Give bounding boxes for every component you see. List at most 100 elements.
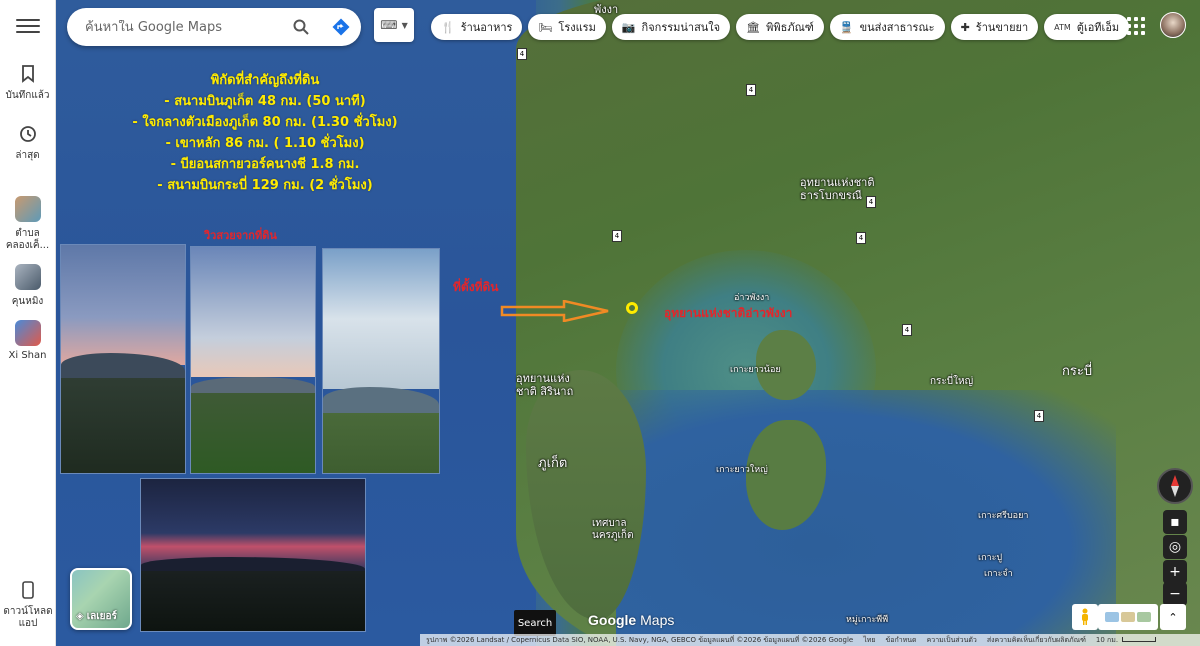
my-location-icon[interactable]: ◎: [1163, 535, 1187, 559]
chip-label: ร้านอาหาร: [460, 21, 513, 34]
chip-hotel[interactable]: 🛏 โรงแรม: [528, 14, 606, 40]
info-line: - บียอนสกายวอร์คนางชี 1.8 กม.: [170, 157, 360, 172]
layers-button[interactable]: ◈ เลเยอร์: [70, 568, 132, 630]
view-photo: [60, 244, 186, 474]
route-shield-icon: 4: [612, 230, 622, 242]
label-ko-pu[interactable]: เกาะปู: [978, 550, 1002, 564]
bookmark-icon: [18, 64, 38, 84]
label-ko-yao-noi[interactable]: เกาะยาวน้อย: [730, 362, 781, 376]
feedback-link[interactable]: ส่งความคิดเห็นเกี่ยวกับผลิตภัณฑ์: [987, 635, 1086, 646]
search-box: [67, 8, 361, 46]
directions-icon[interactable]: [321, 8, 361, 46]
pharmacy-icon: ✚: [960, 20, 970, 34]
info-line: - ใจกลางตัวเมืองภูเก็ต 80 กม. (1.30 ชั่ว…: [132, 115, 398, 130]
label-ko-phi-phi[interactable]: หมู่เกาะพีพี: [846, 612, 888, 626]
zoom-in-button[interactable]: +: [1163, 560, 1187, 584]
compass-icon[interactable]: [1157, 468, 1193, 504]
chip-label: ขนส่งสาธารณะ: [859, 21, 935, 34]
layer-thumbnails[interactable]: [1098, 604, 1158, 630]
museum-icon: 🏛: [746, 20, 761, 34]
route-shield-icon: 4: [866, 196, 876, 208]
download-app[interactable]: ดาวน์โหลดแอป: [0, 580, 56, 630]
label-krabi-yai[interactable]: กระบี่ใหญ่: [930, 374, 973, 389]
label-ko-si-boya[interactable]: เกาะศรีบอยา: [978, 508, 1028, 522]
layers-icon: ◈: [76, 611, 84, 622]
label-ao-phang-nga[interactable]: อ่าวพังงา: [734, 290, 769, 304]
language-link[interactable]: ไทย: [863, 635, 875, 646]
land-location-caption: ที่ตั้งที่ดิน: [453, 280, 499, 294]
hotel-icon: 🛏: [538, 20, 553, 34]
label-ko-chum[interactable]: เกาะจำ: [984, 566, 1013, 580]
chip-transit[interactable]: 🚆 ขนส่งสาธารณะ: [829, 14, 945, 40]
logo-maps: Maps: [640, 612, 675, 628]
route-shield-icon: 4: [902, 324, 912, 336]
chip-pharmacy[interactable]: ✚ ร้านขายยา: [950, 14, 1039, 40]
park-caption: อุทยานแห่งชาติอ่าวพังงา: [664, 306, 793, 320]
chip-attractions[interactable]: 📷 กิจกรรมน่าสนใจ: [611, 14, 731, 40]
search-area-button[interactable]: Search: [514, 610, 556, 636]
label-phuket-city[interactable]: เทศบาล นครภูเก็ต: [592, 518, 642, 542]
info-line: - สนามบินภูเก็ต 48 กม. (50 นาที): [164, 94, 366, 109]
keyboard-button[interactable]: ⌨ ▼: [374, 8, 414, 42]
sidebar-item-label: ล่าสุด: [15, 150, 40, 161]
search-icon[interactable]: [281, 8, 321, 46]
sidebar-item-label: บันทึกแล้ว: [5, 90, 50, 101]
search-input[interactable]: [85, 19, 281, 35]
footer-bar: รูปภาพ ©2026 Landsat / Copernicus Data S…: [420, 634, 1200, 646]
history-icon: [18, 124, 38, 144]
pegman-icon[interactable]: [1072, 604, 1098, 630]
attribution-text: รูปภาพ ©2026 Landsat / Copernicus Data S…: [426, 635, 854, 644]
terms-link[interactable]: ข้อกำหนด: [885, 635, 916, 646]
chip-label: พิพิธภัณฑ์: [766, 21, 814, 34]
label-ko-yao-yai[interactable]: เกาะยาวใหญ่: [716, 462, 768, 476]
location-marker-icon[interactable]: [626, 302, 638, 314]
privacy-link[interactable]: ความเป็นส่วนตัว: [927, 635, 977, 646]
expand-icon[interactable]: ⌃: [1160, 604, 1186, 630]
distance-info-block: พิกัดที่สำคัญถึงที่ดิน - สนามบินภูเก็ต 4…: [110, 70, 420, 196]
sidebar-item-label: Xi Shan: [8, 350, 47, 361]
category-chips: 🍴 ร้านอาหาร 🛏 โรงแรม 📷 กิจกรรมน่าสนใจ 🏛 พิพิ…: [431, 14, 1130, 40]
chip-museum[interactable]: 🏛 พิพิธภัณฑ์: [736, 14, 824, 40]
view-photo: [322, 248, 440, 474]
route-shield-icon: 4: [746, 84, 756, 96]
place-thumb-icon: [14, 196, 41, 222]
camera-icon: 📷: [621, 20, 636, 34]
route-shield-icon: 4: [856, 232, 866, 244]
scale-label[interactable]: 10 กม.: [1096, 635, 1157, 646]
menu-icon[interactable]: [15, 14, 40, 38]
layers-label: เลเยอร์: [86, 611, 117, 622]
sidebar-item-label: คุนหมิง: [11, 296, 44, 307]
label-krabi[interactable]: กระบี่: [1062, 360, 1092, 381]
view-photo: [140, 478, 366, 632]
chip-label: โรงแรม: [558, 21, 596, 34]
chevron-down-icon: ▼: [401, 20, 408, 30]
layer-thumb: [1105, 612, 1119, 622]
atm-icon: ATM: [1054, 22, 1071, 32]
route-shield-icon: 4: [517, 48, 527, 60]
sidebar-item-recent-place[interactable]: คุนหมิง: [0, 264, 56, 308]
chip-restaurant[interactable]: 🍴 ร้านอาหาร: [431, 14, 523, 40]
grid-view-icon[interactable]: ▪: [1163, 510, 1187, 534]
label-park-sirinat[interactable]: อุทยานแห่งชาติ สิรินาถ: [516, 372, 582, 398]
sidebar-item-saved[interactable]: บันทึกแล้ว: [0, 64, 56, 102]
sidebar-item-recent[interactable]: ล่าสุด: [0, 124, 56, 162]
zoom-out-button[interactable]: −: [1163, 582, 1187, 606]
sidebar-item-recent-place[interactable]: ตำบล คลองเค็...: [0, 196, 56, 252]
layer-thumb: [1137, 612, 1151, 622]
transit-icon: 🚆: [839, 20, 854, 34]
route-shield-icon: 4: [1034, 410, 1044, 422]
avatar[interactable]: [1160, 12, 1186, 38]
scale-bar: [1122, 636, 1157, 642]
sidebar-item-label: ตำบล คลองเค็...: [5, 228, 50, 251]
view-photo: [190, 246, 316, 474]
sidebar-item-recent-place[interactable]: Xi Shan: [0, 320, 56, 362]
apps-grid-icon[interactable]: [1124, 14, 1148, 38]
photo-caption: วิวสวยจากที่ดิน: [204, 229, 277, 242]
south-sea-area: [616, 390, 1116, 646]
label-phuket[interactable]: ภูเก็ต: [538, 452, 567, 473]
info-line: - เขาหลัก 86 กม. ( 1.10 ชั่วโมง): [165, 136, 365, 151]
google-maps-logo: Google Maps: [588, 612, 674, 628]
layer-thumb: [1121, 612, 1135, 622]
info-line: พิกัดที่สำคัญถึงที่ดิน: [210, 73, 320, 88]
chip-atm[interactable]: ATM ตู้เอทีเอ็ม: [1044, 14, 1130, 40]
